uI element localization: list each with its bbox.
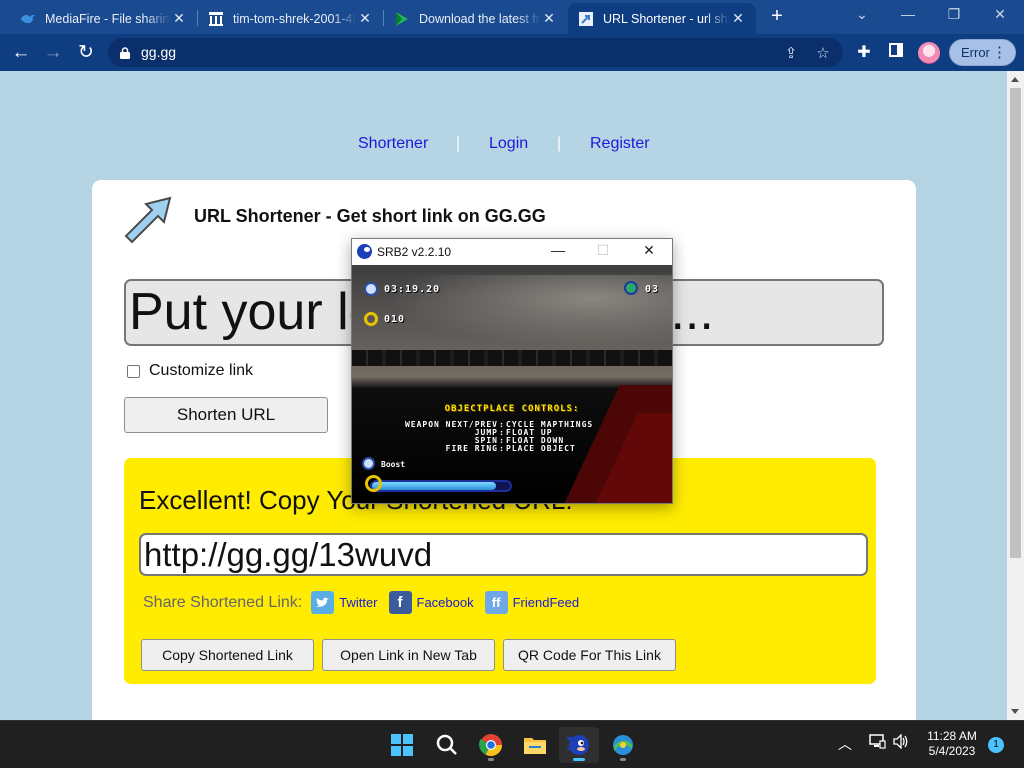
open-new-tab-button[interactable]: Open Link in New Tab xyxy=(322,639,495,671)
minimize-button[interactable]: — xyxy=(898,6,918,22)
tab-search-icon[interactable]: ⌄ xyxy=(852,6,872,23)
restore-button[interactable]: ❐ xyxy=(944,6,964,23)
srb2-app-icon xyxy=(357,244,372,259)
boost-bar xyxy=(370,480,512,492)
system-clock[interactable]: 11:28 AM 5/4/2023 xyxy=(918,729,986,759)
hud-lives: 03 xyxy=(645,284,660,295)
windows-taskbar: ︿ 11:28 AM 5/4/2023 1 xyxy=(0,720,1024,768)
srb2-close-button[interactable]: ✕ xyxy=(639,242,659,259)
profile-avatar[interactable] xyxy=(918,42,940,64)
search-icon[interactable] xyxy=(427,727,467,763)
hud-rings: 010 xyxy=(384,314,406,325)
profile-error-button[interactable]: Error ⋮ xyxy=(949,39,1016,66)
scroll-thumb[interactable] xyxy=(1010,88,1021,558)
hud-time: 03:19.20 xyxy=(384,284,441,295)
chrome-icon[interactable] xyxy=(471,727,511,763)
customize-link-option[interactable]: Customize link xyxy=(127,362,253,380)
archive-icon xyxy=(208,11,224,27)
new-tab-button[interactable]: + xyxy=(767,6,787,26)
page-title: URL Shortener - Get short link on GG.GG xyxy=(194,206,546,226)
nav-login-link[interactable]: Login xyxy=(489,135,528,153)
address-text: gg.gg xyxy=(141,44,177,60)
boost-fill xyxy=(372,482,497,490)
close-tab-icon[interactable]: ✕ xyxy=(541,10,557,27)
extensions-icon[interactable]: ✚ xyxy=(854,43,874,63)
clock-icon xyxy=(364,282,378,296)
share-facebook-link[interactable]: f Facebook xyxy=(388,591,474,614)
close-window-button[interactable]: ✕ xyxy=(990,6,1010,23)
volume-icon[interactable] xyxy=(893,733,910,752)
city-silhouette xyxy=(352,350,672,366)
srb2-maximize-button[interactable]: ☐ xyxy=(593,242,613,259)
control-line: FIRE RING:PLACE OBJECT xyxy=(445,444,576,453)
srb2-icon[interactable] xyxy=(559,727,599,763)
friendfeed-icon: ff xyxy=(484,591,508,614)
share-twitter-link[interactable]: Twitter xyxy=(311,591,378,614)
srb2-minimize-button[interactable]: — xyxy=(548,242,568,258)
share-row: Share Shortened Link: Twitter f Facebook… xyxy=(143,591,590,614)
customize-checkbox[interactable] xyxy=(127,364,140,378)
back-button[interactable]: ← xyxy=(9,41,33,65)
forward-button[interactable]: → xyxy=(41,41,65,65)
mediafire-icon xyxy=(20,11,36,27)
close-tab-icon[interactable]: ✕ xyxy=(357,10,373,27)
qr-code-button[interactable]: QR Code For This Link xyxy=(503,639,676,671)
boost-ring-icon xyxy=(365,475,382,492)
boost-label: Boost xyxy=(381,460,406,469)
short-url-field[interactable]: http://gg.gg/13wuvd xyxy=(139,533,868,576)
tab-url-shortener[interactable]: URL Shortener - url shr ✕ xyxy=(568,3,756,34)
browser-tab-bar: MediaFire - File sharing ✕ tim-tom-shrek… xyxy=(0,0,1024,34)
facebook-icon: f xyxy=(388,591,412,614)
copy-link-button[interactable]: Copy Shortened Link xyxy=(141,639,314,671)
tab-download[interactable]: Download the latest fr ✕ xyxy=(384,3,567,34)
ring-icon xyxy=(364,312,378,326)
close-tab-icon[interactable]: ✕ xyxy=(730,10,746,27)
scroll-down-icon[interactable] xyxy=(1011,709,1019,714)
close-tab-icon[interactable]: ✕ xyxy=(171,10,187,27)
network-app-icon[interactable] xyxy=(603,727,643,763)
srb2-window-title: SRB2 v2.2.10 xyxy=(377,245,452,259)
srb2-game-view[interactable]: 03:19.20 010 03 OBJECTPLACE CONTROLS: WE… xyxy=(352,265,672,503)
side-panel-icon[interactable] xyxy=(886,43,906,63)
lives-icon xyxy=(624,281,638,295)
menu-kebab-icon: ⋮ xyxy=(992,44,1007,61)
page-scrollbar[interactable] xyxy=(1007,71,1024,720)
srb2-title-bar[interactable]: SRB2 v2.2.10 — ☐ ✕ xyxy=(352,239,672,265)
tab-mediafire[interactable]: MediaFire - File sharing ✕ xyxy=(10,3,197,34)
tray-chevron-up-icon[interactable]: ︿ xyxy=(838,734,852,754)
boost-icon xyxy=(362,457,375,470)
file-explorer-icon[interactable] xyxy=(515,727,555,763)
tab-archive[interactable]: tim-tom-shrek-2001-4! ✕ xyxy=(198,3,383,34)
gg-icon xyxy=(578,11,594,27)
nav-shortener-link[interactable]: Shortener xyxy=(358,135,428,153)
arrow-logo-icon xyxy=(124,196,172,244)
scroll-up-icon[interactable] xyxy=(1011,77,1019,82)
windows-start-icon[interactable] xyxy=(382,727,422,763)
flag-icon xyxy=(394,11,410,27)
reload-button[interactable]: ↻ xyxy=(74,41,98,65)
share-friendfeed-link[interactable]: ff FriendFeed xyxy=(484,591,579,614)
bookmark-star-icon[interactable]: ☆ xyxy=(814,45,832,63)
browser-toolbar: ← → ↻ gg.gg ⇪ ☆ ✚ Error ⋮ xyxy=(0,34,1024,71)
twitter-icon xyxy=(311,591,335,614)
nav-register-link[interactable]: Register xyxy=(590,135,650,153)
srb2-game-window[interactable]: SRB2 v2.2.10 — ☐ ✕ 03:19.20 010 03 OBJEC… xyxy=(351,238,673,504)
network-icon[interactable] xyxy=(869,734,886,752)
address-bar[interactable]: gg.gg ⇪ ☆ xyxy=(108,38,843,67)
lock-icon xyxy=(120,46,130,59)
share-icon[interactable]: ⇪ xyxy=(782,45,800,63)
shorten-url-button[interactable]: Shorten URL xyxy=(124,397,328,433)
notification-badge[interactable]: 1 xyxy=(988,737,1004,753)
controls-heading: OBJECTPLACE CONTROLS: xyxy=(444,404,580,414)
